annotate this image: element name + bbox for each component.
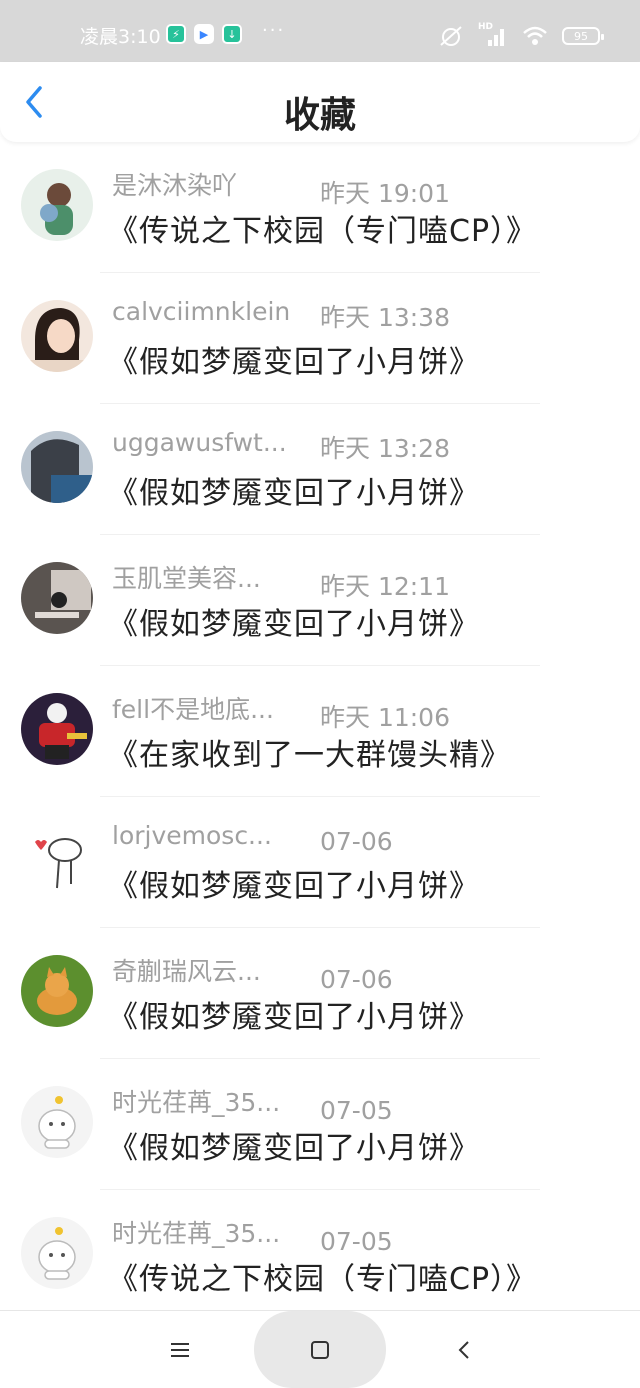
user-name: 玉肌堂美容... <box>112 564 261 593</box>
timestamp: 昨天 13:28 <box>320 434 450 463</box>
lightning-app-icon: ⚡ <box>166 24 186 44</box>
story-title[interactable]: 《假如梦魇变回了小月饼》 <box>108 599 480 643</box>
page-title: 收藏 <box>283 95 356 136</box>
timestamp: 昨天 11:06 <box>320 703 450 732</box>
timestamp: 07-06 <box>320 965 393 994</box>
avatar[interactable] <box>21 562 93 634</box>
alarm-off-icon <box>440 26 462 46</box>
status-bar: 凌晨3:10 ⚡ ▶ ↓ ··· HD 95 <box>0 0 640 62</box>
download-app-icon: ↓ <box>222 24 242 44</box>
user-name: fell不是地底... <box>112 695 274 724</box>
list-item[interactable]: calvciimnklein 昨天 13:38 《假如梦魇变回了小月饼》 <box>0 273 640 404</box>
user-name: lorjvemosc... <box>112 821 272 850</box>
story-title[interactable]: 《假如梦魇变回了小月饼》 <box>108 1123 480 1167</box>
play-store-icon: ▶ <box>194 24 214 44</box>
list-item[interactable]: 奇蒯瑞风云... 07-06 《假如梦魇变回了小月饼》 <box>0 928 640 1059</box>
story-title[interactable]: 《假如梦魇变回了小月饼》 <box>108 861 480 905</box>
avatar[interactable] <box>21 1086 93 1158</box>
avatar[interactable] <box>21 824 93 896</box>
story-title[interactable]: 《在家收到了一大群馒头精》 <box>108 730 511 774</box>
story-title[interactable]: 《传说之下校园（专门嗑CP）》 <box>108 1254 537 1298</box>
list-item[interactable]: lorjvemosc... 07-06 《假如梦魇变回了小月饼》 <box>0 797 640 928</box>
user-name: 是沐沐染吖 <box>112 171 238 200</box>
status-time: 凌晨3:10 <box>80 26 161 48</box>
timestamp: 昨天 19:01 <box>320 179 450 208</box>
avatar[interactable] <box>21 693 93 765</box>
story-title[interactable]: 《传说之下校园（专门嗑CP）》 <box>108 206 537 250</box>
user-name: 时光荏苒_35... <box>112 1088 281 1117</box>
header: 收藏 <box>0 62 640 142</box>
home-button[interactable] <box>254 1311 386 1388</box>
more-notifications-icon: ··· <box>262 20 286 41</box>
avatar[interactable] <box>21 955 93 1027</box>
menu-button[interactable] <box>140 1311 220 1388</box>
home-square-icon <box>311 1340 329 1359</box>
battery-icon: 95 <box>562 27 604 45</box>
story-title[interactable]: 《假如梦魇变回了小月饼》 <box>108 337 480 381</box>
list-item[interactable]: fell不是地底... 昨天 11:06 《在家收到了一大群馒头精》 <box>0 666 640 797</box>
favorites-list: 是沐沐染吖 昨天 19:01 《传说之下校园（专门嗑CP）》 calvciimnk… <box>0 142 640 1321</box>
avatar[interactable] <box>21 431 93 503</box>
story-title[interactable]: 《假如梦魇变回了小月饼》 <box>108 992 480 1036</box>
signal-icon: HD <box>478 22 508 48</box>
list-item[interactable]: 是沐沐染吖 昨天 19:01 《传说之下校园（专门嗑CP）》 <box>0 142 640 273</box>
chevron-left-icon <box>458 1340 469 1359</box>
timestamp: 07-05 <box>320 1096 393 1125</box>
timestamp: 昨天 12:11 <box>320 572 450 601</box>
user-name: uggawusfwt... <box>112 428 287 457</box>
timestamp: 昨天 13:38 <box>320 303 450 332</box>
list-item[interactable]: uggawusfwt... 昨天 13:28 《假如梦魇变回了小月饼》 <box>0 404 640 535</box>
avatar[interactable] <box>21 300 93 372</box>
story-title[interactable]: 《假如梦魇变回了小月饼》 <box>108 468 480 512</box>
timestamp: 07-05 <box>320 1227 393 1256</box>
list-item[interactable]: 时光荏苒_35... 07-05 《传说之下校园（专门嗑CP）》 <box>0 1190 640 1321</box>
user-name: 时光荏苒_35... <box>112 1219 281 1248</box>
avatar[interactable] <box>21 1217 93 1289</box>
status-right-icons: HD 95 <box>438 22 604 48</box>
avatar[interactable] <box>21 169 93 241</box>
system-nav-bar <box>0 1310 640 1388</box>
user-name: calvciimnklein <box>112 297 291 326</box>
wifi-icon <box>523 26 547 45</box>
menu-icon <box>171 1342 189 1357</box>
status-app-icons: ⚡ ▶ ↓ <box>166 24 242 44</box>
system-back-button[interactable] <box>424 1311 504 1388</box>
timestamp: 07-06 <box>320 827 393 856</box>
user-name: 奇蒯瑞风云... <box>112 957 261 986</box>
list-item[interactable]: 玉肌堂美容... 昨天 12:11 《假如梦魇变回了小月饼》 <box>0 535 640 666</box>
list-item[interactable]: 时光荏苒_35... 07-05 《假如梦魇变回了小月饼》 <box>0 1059 640 1190</box>
